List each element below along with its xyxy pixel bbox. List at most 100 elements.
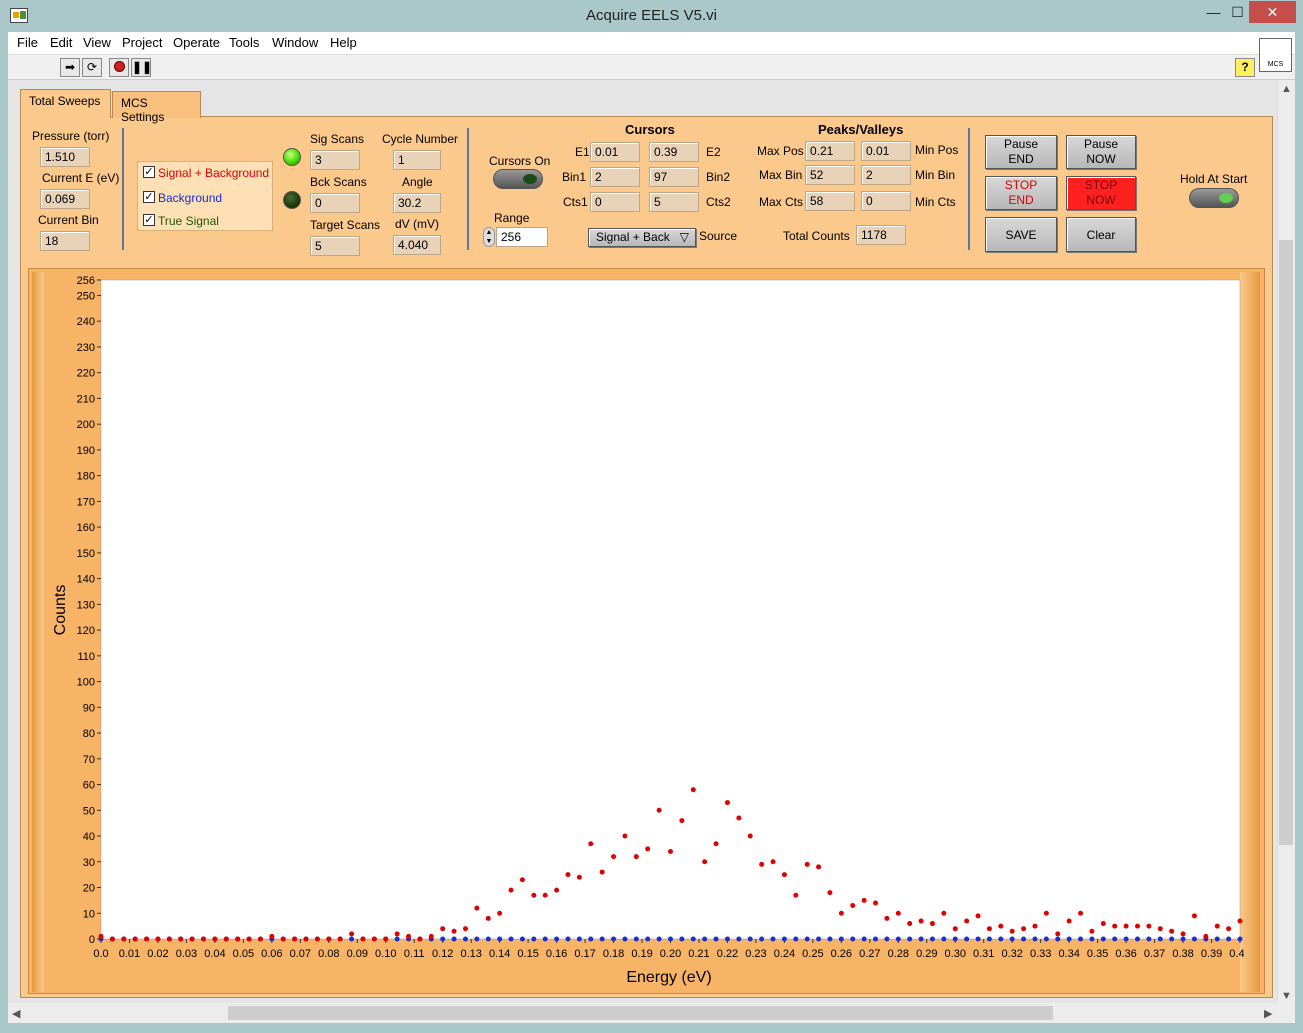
scroll-left-icon[interactable]: ◀	[12, 1007, 20, 1020]
scroll-up-icon[interactable]: ▲	[1281, 83, 1292, 95]
tab-mcs-settings[interactable]: MCS Settings	[112, 91, 201, 124]
y-tick-label: 256	[77, 275, 95, 287]
data-point	[633, 854, 639, 860]
data-point	[1043, 936, 1049, 942]
x-tick-label: 0.38	[1172, 948, 1193, 960]
sig-scan-led	[283, 148, 301, 166]
true-signal-checkbox[interactable]: ✓	[143, 214, 155, 226]
clear-button[interactable]: Clear	[1066, 217, 1136, 252]
x-tick-label: 0.22	[717, 948, 738, 960]
menu-window[interactable]: Window	[272, 35, 318, 50]
pause-icon[interactable]: ❚❚	[131, 58, 152, 77]
menu-edit[interactable]: Edit	[50, 35, 72, 50]
signal-background-checkbox[interactable]: ✓	[143, 166, 155, 178]
data-point	[109, 936, 115, 942]
signal-background-label: Signal + Background	[158, 166, 270, 180]
x-tick-label: 0.20	[660, 948, 681, 960]
divider	[122, 128, 124, 250]
range-label: Range	[494, 211, 530, 225]
data-point	[497, 910, 503, 916]
x-tick-label: 0.33	[1030, 948, 1051, 960]
pause-now-button[interactable]: Pause NOW	[1066, 135, 1136, 169]
data-point	[588, 841, 594, 847]
data-point	[895, 936, 901, 942]
x-tick-label: 0.21	[688, 948, 709, 960]
target-scans-label: Target Scans	[310, 218, 381, 232]
maximize-icon[interactable]: ☐	[1224, 1, 1251, 23]
data-point	[1203, 933, 1209, 939]
range-input[interactable]: 256	[496, 227, 548, 247]
y-axis: 0 10 20 30 40 50 60 70 80 90 100 110 120 130 140 150 160…	[77, 275, 101, 946]
y-tick-label: 230	[77, 342, 95, 354]
data-point	[1191, 913, 1197, 919]
menu-tools[interactable]: Tools	[229, 35, 259, 50]
data-point	[462, 936, 468, 942]
scroll-right-icon[interactable]: ▶	[1264, 1007, 1272, 1020]
data-point	[349, 931, 355, 937]
horizontal-scroll-thumb[interactable]	[228, 1006, 1053, 1020]
y-tick-label: 180	[77, 471, 95, 483]
menu-file[interactable]: File	[17, 35, 38, 50]
data-point	[668, 848, 673, 854]
source-dropdown[interactable]: Signal + Back ▽	[588, 228, 696, 247]
bck-scans-label: Bck Scans	[310, 175, 367, 189]
y-tick-label: 90	[83, 702, 95, 714]
save-button[interactable]: SAVE	[985, 217, 1057, 252]
data-point	[884, 915, 890, 921]
data-point	[121, 936, 127, 942]
data-point	[383, 936, 389, 942]
data-point	[645, 846, 651, 852]
eels-spectrum-graph[interactable]: 0 10 20 30 40 50 60 70 80 90 100 110 120 130 140 150 160…	[44, 272, 1244, 994]
menu-help[interactable]: Help	[330, 35, 357, 50]
y-tick-label: 170	[77, 496, 95, 508]
background-checkbox[interactable]: ✓	[143, 191, 155, 203]
hold-at-start-toggle[interactable]	[1189, 188, 1239, 208]
x-tick-label: 0.35	[1087, 948, 1108, 960]
range-spinner[interactable]: ▲ ▼	[483, 227, 495, 247]
data-point	[485, 915, 491, 921]
data-point	[713, 936, 719, 942]
bin1-label: Bin1	[562, 170, 587, 184]
menu-project[interactable]: Project	[122, 35, 162, 50]
x-tick-label: 0.23	[745, 948, 766, 960]
data-point	[884, 936, 890, 942]
menu-operate[interactable]: Operate	[173, 35, 220, 50]
data-point	[918, 918, 924, 924]
run-continuously-icon[interactable]: ⟳	[82, 58, 102, 77]
tab-total-sweeps[interactable]: Total Sweeps	[20, 89, 111, 118]
data-point	[793, 936, 799, 942]
background-label: Background	[158, 191, 223, 205]
menu-view[interactable]: View	[83, 35, 111, 50]
target-scans-control[interactable]: 5	[310, 236, 360, 256]
data-point	[724, 800, 730, 806]
data-point	[804, 861, 810, 867]
bck-scans-indicator: 0	[310, 193, 360, 213]
data-point	[1226, 936, 1232, 942]
data-point	[337, 936, 343, 942]
minimize-icon[interactable]: —	[1200, 1, 1227, 23]
data-point	[292, 936, 298, 942]
run-arrow-icon[interactable]: ➡	[60, 58, 80, 77]
data-point	[280, 936, 286, 942]
data-point	[702, 859, 708, 865]
pause-end-button[interactable]: Pause END	[985, 135, 1057, 169]
data-point	[269, 933, 275, 939]
data-point	[679, 936, 685, 942]
close-icon[interactable]: ✕	[1249, 1, 1296, 23]
y-tick-label: 70	[83, 754, 95, 766]
stop-now-button[interactable]: STOP NOW	[1066, 176, 1136, 210]
x-tick-label: 0.06	[261, 948, 282, 960]
stop-end-button[interactable]: STOP END	[985, 176, 1057, 210]
x-tick-label: 0.13	[460, 948, 481, 960]
scroll-down-icon[interactable]: ▼	[1281, 990, 1292, 1002]
y-tick-label: 100	[77, 677, 95, 689]
data-point	[781, 936, 787, 942]
current-bin-label: Current Bin	[38, 213, 99, 227]
data-point	[1157, 926, 1163, 932]
abort-icon[interactable]	[109, 58, 129, 77]
data-point	[428, 933, 434, 939]
cursors-on-toggle[interactable]	[493, 169, 543, 189]
vertical-scroll-thumb[interactable]	[1279, 240, 1293, 845]
data-point	[918, 936, 924, 942]
context-help-icon[interactable]: ?	[1235, 58, 1255, 77]
